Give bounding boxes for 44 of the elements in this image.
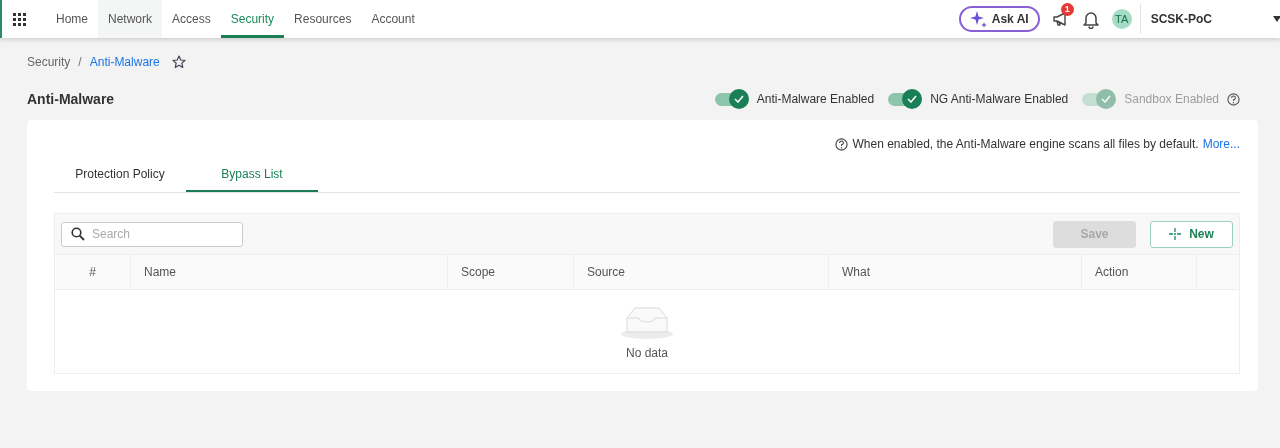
check-icon [907,95,918,103]
help-icon[interactable] [1227,92,1240,106]
nav-tab[interactable]: Network [98,0,163,38]
notification-badge: 1 [1060,3,1074,16]
toggle-switch[interactable] [714,92,747,106]
column-header: Action [1082,255,1197,289]
check-icon [1101,95,1112,103]
user-avatar[interactable]: TA [1111,9,1132,29]
toggle-switch[interactable] [888,92,921,106]
nav-tab[interactable]: Resources [284,0,362,38]
more-link[interactable]: More... [1202,137,1240,151]
star-icon[interactable] [171,55,186,69]
column-header: Source [574,255,829,289]
empty-state-text: No data [626,345,668,360]
column-header: Name [131,255,448,289]
column-header: # [55,255,131,289]
search-field[interactable]: Search [61,221,243,247]
toggle-label: Anti-Malware Enabled [756,92,875,106]
tenant-name[interactable]: SCSK-PoC [1150,12,1212,26]
breadcrumb-separator: / [78,55,82,69]
toggle-label: Sandbox Enabled [1124,92,1219,106]
nav-tab[interactable]: Account [361,0,425,38]
search-icon [71,226,85,241]
sparkle-icon [969,10,988,28]
ask-ai-button[interactable]: Ask AI [958,6,1040,32]
add-icon [1169,228,1182,240]
breadcrumb-link[interactable]: Security [27,55,71,69]
toggle-label: NG Anti-Malware Enabled [930,92,1069,106]
column-header: Scope [448,255,574,289]
apps-grid-icon[interactable] [13,12,26,26]
help-icon [835,137,849,151]
nav-tab[interactable]: Access [162,0,221,38]
caret-icon[interactable] [1273,16,1280,22]
check-icon [733,95,744,103]
nav-tab[interactable]: Security [220,0,285,38]
tab[interactable]: Protection Policy [54,164,186,192]
page-title: Anti-Malware [27,91,115,107]
tab[interactable]: Bypass List [186,164,318,192]
info-text: When enabled, the Anti-Malware engine scans all files by default. [852,137,1199,151]
breadcrumb-link[interactable]: Anti-Malware [89,55,160,69]
nav-tab[interactable]: Home [46,0,98,38]
new-button[interactable]: New [1150,220,1233,248]
bell-icon[interactable] [1081,9,1100,29]
column-header: What [829,255,1082,289]
